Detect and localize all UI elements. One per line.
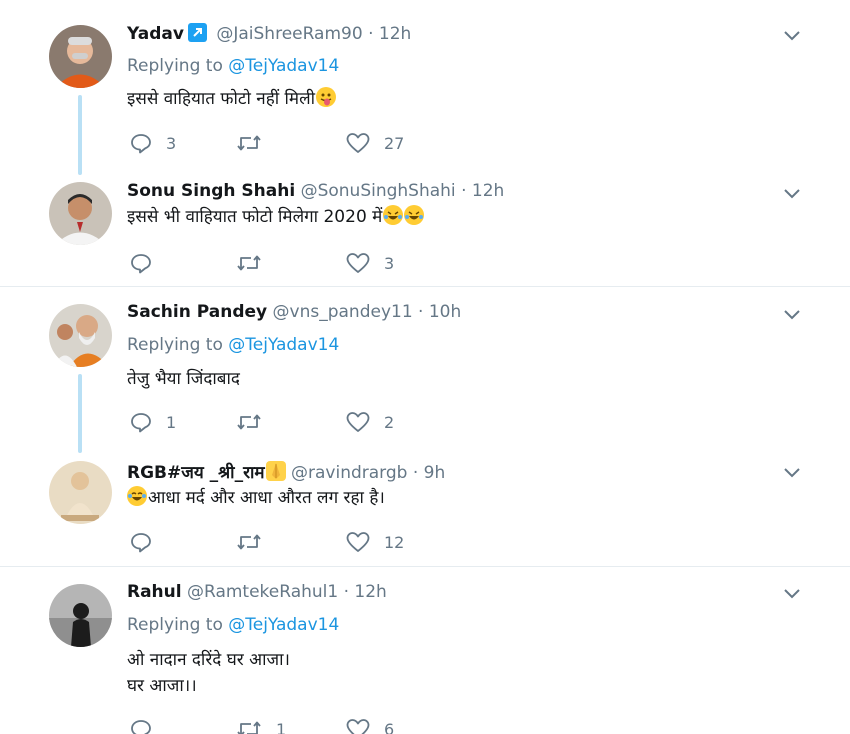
tweet-4[interactable]: RGB#जय _श्री_राम @ravindrargb · 9h आधा म…: [0, 450, 850, 566]
avatar[interactable]: [49, 25, 112, 88]
reply-button[interactable]: 3: [130, 131, 176, 155]
reply-icon: [131, 533, 151, 553]
like-count: 6: [384, 719, 395, 734]
timestamp[interactable]: 10h: [429, 302, 461, 322]
mention-link[interactable]: @TejYadav14: [228, 56, 339, 76]
heart-icon: [346, 412, 370, 432]
chevron-down-icon[interactable]: [781, 461, 803, 483]
tweet-3[interactable]: Sachin Pandey @vns_pandey11 · 10h Replyi…: [0, 287, 850, 453]
timestamp[interactable]: 12h: [472, 181, 504, 201]
retweet-icon: [237, 721, 261, 734]
tweet-actions: 1 6: [130, 717, 450, 734]
timestamp[interactable]: 9h: [424, 463, 446, 483]
like-count: 3: [384, 253, 395, 273]
like-button[interactable]: 3: [346, 251, 394, 275]
avatar[interactable]: [49, 584, 112, 647]
mention-link[interactable]: @TejYadav14: [228, 615, 339, 635]
tweet-header: Yadav @JaiShreeRam90 · 12h: [127, 23, 412, 44]
verified-badge-icon: [187, 23, 207, 42]
display-name[interactable]: Rahul: [127, 582, 182, 602]
heart-icon: [346, 253, 370, 273]
like-count: 27: [384, 133, 405, 153]
like-button[interactable]: 2: [346, 410, 394, 434]
avatar[interactable]: [49, 461, 112, 524]
reply-icon: [131, 254, 151, 274]
rofl-emoji-icon: [383, 205, 404, 225]
reply-icon: [131, 413, 151, 433]
tweet-header: Sonu Singh Shahi @SonuSinghShahi · 12h: [127, 181, 505, 201]
replying-to: Replying to @TejYadav14: [127, 615, 340, 635]
reply-icon: [131, 720, 151, 734]
retweet-count: 1: [276, 719, 287, 734]
handle[interactable]: @JaiShreeRam90: [216, 24, 362, 44]
rofl-emoji-icon: [404, 205, 425, 225]
tweet-text: आधा मर्द और आधा औरत लग रहा है।: [127, 485, 385, 511]
handle[interactable]: @ravindrargb: [291, 463, 407, 483]
tweet-header: Sachin Pandey @vns_pandey11 · 10h: [127, 302, 462, 322]
tweet-actions: 1 2: [130, 410, 450, 434]
avatar[interactable]: [49, 182, 112, 245]
tweet-actions: 3 27: [130, 131, 450, 155]
tongue-face-emoji-icon: [316, 87, 337, 107]
reply-count: 1: [166, 412, 177, 432]
retweet-button[interactable]: 1: [236, 717, 286, 734]
heart-icon: [346, 532, 370, 552]
avatar[interactable]: [49, 304, 112, 367]
chevron-down-icon[interactable]: [781, 182, 803, 204]
tweet-actions: 3: [130, 251, 450, 275]
tweet-text: इससे वाहियात फोटो नहीं मिली: [127, 86, 337, 112]
like-count: 12: [384, 532, 405, 552]
handle[interactable]: @vns_pandey11: [273, 302, 413, 322]
laughing-tears-emoji-icon: [127, 486, 147, 506]
reply-button[interactable]: [130, 717, 166, 734]
retweet-icon: [237, 255, 261, 271]
tweet-actions: 12: [130, 530, 450, 554]
thread-line: [78, 374, 82, 453]
retweet-button[interactable]: [236, 131, 276, 155]
retweet-icon: [237, 414, 261, 430]
thread-line: [78, 95, 82, 175]
replying-to: Replying to @TejYadav14: [127, 335, 340, 355]
reply-button[interactable]: [130, 251, 166, 275]
tweet-text: इससे भी वाहियात फोटो मिलेगा 2020 में: [127, 204, 425, 230]
display-name[interactable]: Sachin Pandey: [127, 302, 267, 322]
like-button[interactable]: 27: [346, 131, 404, 155]
retweet-button[interactable]: [236, 251, 276, 275]
handle[interactable]: @RamtekeRahul1: [187, 582, 338, 602]
tweet-text: तेजु भैया जिंदाबाद: [127, 369, 240, 389]
heart-icon: [346, 719, 370, 734]
handle[interactable]: @SonuSinghShahi: [301, 181, 456, 201]
timestamp[interactable]: 12h: [354, 582, 386, 602]
display-name[interactable]: Yadav: [127, 24, 184, 44]
tweet-text: ओ नादान दरिंदे घर आजा। घर आजा।।: [127, 650, 290, 696]
display-name[interactable]: Sonu Singh Shahi: [127, 181, 295, 201]
retweet-button[interactable]: [236, 410, 276, 434]
retweet-icon: [237, 135, 261, 151]
tweet-2[interactable]: Sonu Singh Shahi @SonuSinghShahi · 12h इ…: [0, 170, 850, 286]
chevron-down-icon[interactable]: [781, 24, 803, 46]
timestamp[interactable]: 12h: [379, 24, 411, 44]
like-button[interactable]: 6: [346, 717, 394, 734]
replying-to: Replying to @TejYadav14: [127, 56, 340, 76]
folded-hands-emoji-icon: [265, 461, 286, 481]
reply-button[interactable]: 1: [130, 410, 176, 434]
reply-button[interactable]: [130, 530, 166, 554]
like-count: 2: [384, 412, 395, 432]
reply-count: 3: [166, 133, 177, 153]
tweet-1[interactable]: Yadav @JaiShreeRam90 · 12h Replying to @…: [0, 0, 850, 175]
retweet-button[interactable]: [236, 530, 276, 554]
chevron-down-icon[interactable]: [781, 303, 803, 325]
mention-link[interactable]: @TejYadav14: [228, 335, 339, 355]
reply-icon: [131, 134, 151, 154]
tweet-5[interactable]: Rahul @RamtekeRahul1 · 12h Replying to @…: [0, 567, 850, 734]
display-name[interactable]: RGB#जय _श्री_राम: [127, 463, 265, 483]
like-button[interactable]: 12: [346, 530, 404, 554]
chevron-down-icon[interactable]: [781, 582, 803, 604]
retweet-icon: [237, 534, 261, 550]
tweet-header: RGB#जय _श्री_राम @ravindrargb · 9h: [127, 461, 446, 483]
tweet-header: Rahul @RamtekeRahul1 · 12h: [127, 582, 387, 602]
heart-icon: [346, 133, 370, 153]
